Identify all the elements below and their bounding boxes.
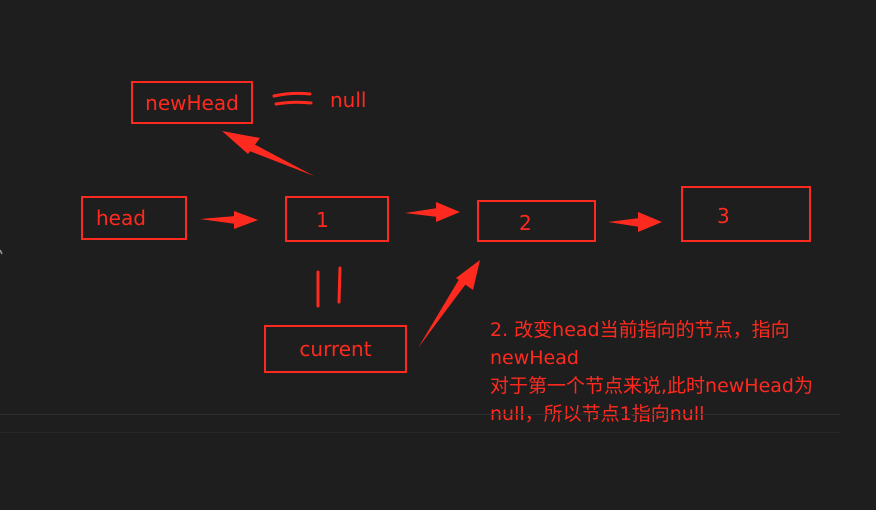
edge-tick bbox=[0, 249, 3, 255]
diagram-canvas bbox=[0, 91, 662, 348]
head-node: head bbox=[81, 196, 187, 240]
head-label: head bbox=[96, 206, 146, 230]
parallel-marks bbox=[316, 266, 342, 308]
node-1: 1 bbox=[285, 196, 389, 242]
newhead-node: newHead bbox=[131, 81, 253, 124]
current-label: current bbox=[299, 337, 372, 361]
note-line-2: newHead bbox=[490, 347, 579, 369]
node-2-label: 2 bbox=[519, 211, 532, 235]
node-2: 2 bbox=[477, 200, 596, 242]
arrow-current-to-node2 bbox=[418, 260, 480, 348]
note-line-1: 2. 改变head当前指向的节点，指向 bbox=[490, 319, 790, 341]
node-1-label: 1 bbox=[316, 208, 329, 232]
arrow-node2-to-node3 bbox=[608, 212, 662, 232]
equals-sign bbox=[272, 91, 313, 106]
node-3: 3 bbox=[681, 186, 811, 242]
arrow-head-to-node1 bbox=[200, 211, 258, 229]
arrow-node1-to-node2 bbox=[405, 202, 460, 222]
arrow-node1-to-newhead bbox=[222, 131, 314, 176]
null-label: null bbox=[330, 88, 367, 112]
bottom-divider bbox=[0, 414, 840, 415]
node-3-label: 3 bbox=[717, 204, 730, 228]
newhead-label: newHead bbox=[145, 90, 239, 115]
bottom-divider-2 bbox=[0, 432, 840, 433]
note-line-3: 对于第一个节点来说,此时newHead为 bbox=[490, 375, 813, 397]
explanation-note: 2. 改变head当前指向的节点，指向 newHead 对于第一个节点来说,此时… bbox=[490, 316, 813, 428]
current-node: current bbox=[264, 325, 407, 373]
